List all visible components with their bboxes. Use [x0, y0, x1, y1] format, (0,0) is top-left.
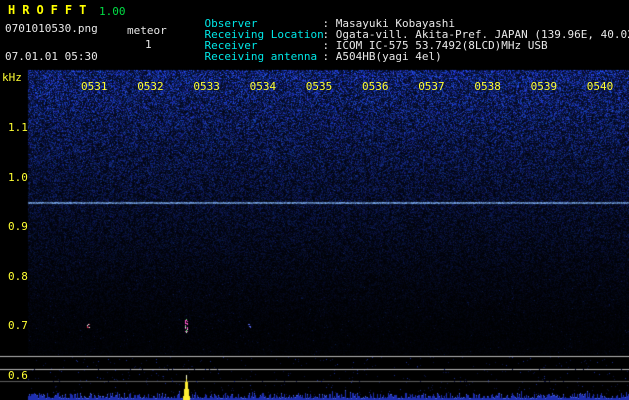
- info-label-antenna: Receiving antenna: [204, 50, 318, 63]
- time-label-0536: 0536: [362, 80, 389, 93]
- freq-unit-label: kHz: [2, 71, 22, 84]
- freq-label-1.0: 1.0: [8, 170, 28, 184]
- time-label-0532: 0532: [137, 80, 164, 93]
- hrofft-screen: { "app": { "title": "HROFFT", "version":…: [0, 0, 629, 400]
- freq-label-0.8: 0.8: [8, 269, 28, 283]
- time-label-0540: 0540: [586, 80, 614, 93]
- mode-label: meteor: [127, 24, 167, 37]
- time-label-0538: 0538: [474, 80, 501, 93]
- app-title: HROFFT: [8, 3, 94, 17]
- time-label-0533: 0533: [193, 80, 220, 93]
- freq-label-1.1: 1.1: [8, 121, 28, 134]
- time-label-0534: 0534: [249, 80, 277, 93]
- info-value-antenna: : A504HB(yagi 4el): [322, 50, 442, 63]
- time-label-0537: 0537: [418, 80, 445, 93]
- app-version: 1.00: [99, 5, 126, 18]
- freq-label-0.7: 0.7: [8, 319, 28, 333]
- freq-label-0.9: 0.9: [8, 220, 28, 234]
- mode-count: 1: [145, 38, 152, 51]
- freq-label-0.6: 0.6: [8, 369, 28, 382]
- output-filename: 0701010530.png: [5, 22, 98, 35]
- datetime-label: 07.01.01 05:30: [5, 50, 98, 63]
- time-label-0531: 0531: [81, 80, 108, 93]
- info-row-antenna: Receiving antenna : A504HB(yagi 4el): [178, 40, 442, 73]
- time-label-0539: 0539: [530, 80, 558, 93]
- time-label-0535: 0535: [305, 80, 333, 93]
